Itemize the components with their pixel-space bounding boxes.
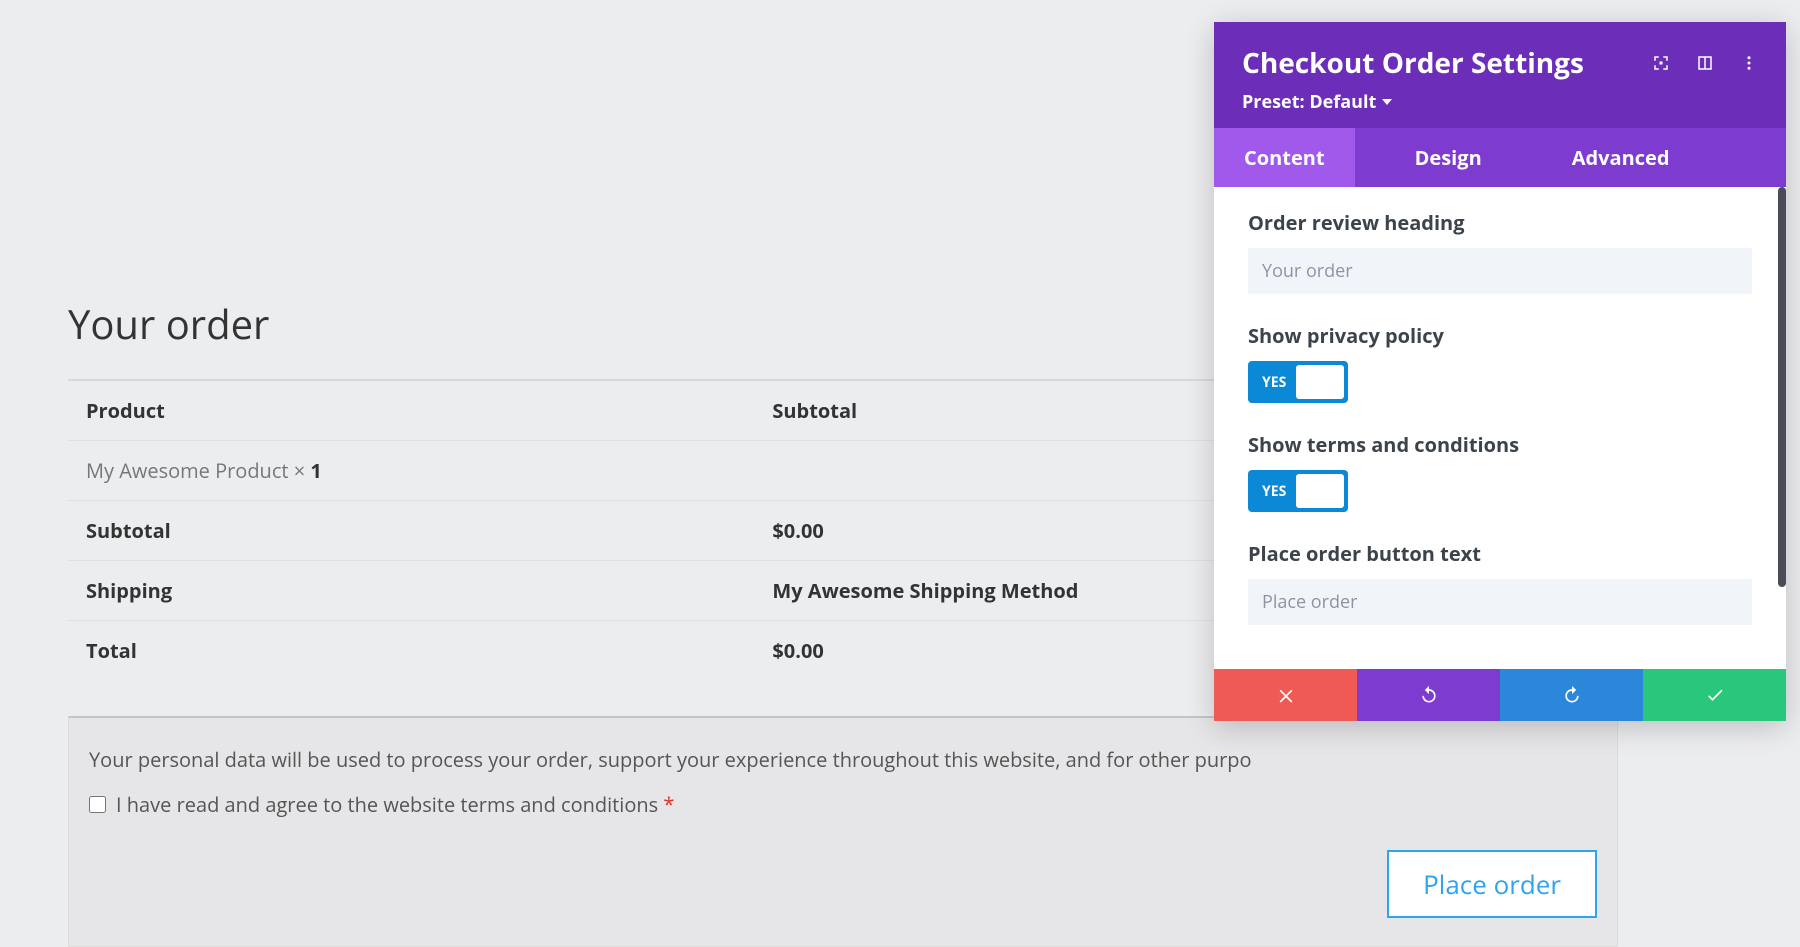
show-terms-toggle[interactable]: YES: [1248, 470, 1348, 512]
terms-text: I have read and agree to the website ter…: [116, 791, 663, 818]
terms-required-asterisk: *: [663, 791, 674, 818]
field-label: Place order button text: [1248, 540, 1752, 567]
preset-label: Preset: Default: [1242, 90, 1376, 114]
settings-panel: Checkout Order Settings Preset: Default …: [1214, 22, 1786, 721]
field-show-privacy: Show privacy policy YES: [1248, 322, 1752, 403]
panel-header: Checkout Order Settings Preset: Default: [1214, 22, 1786, 128]
item-qty-sep: ×: [294, 457, 311, 484]
privacy-policy-text: Your personal data will be used to proce…: [69, 718, 1617, 777]
row-subtotal-label: Subtotal: [68, 501, 754, 561]
preset-dropdown[interactable]: Preset: Default: [1242, 90, 1392, 114]
save-button[interactable]: [1643, 669, 1786, 721]
tab-content[interactable]: Content: [1214, 128, 1355, 187]
row-total-label: Total: [68, 621, 754, 681]
field-label: Show privacy policy: [1248, 322, 1752, 349]
field-place-order-btn-text: Place order button text: [1248, 540, 1752, 625]
undo-button[interactable]: [1357, 669, 1500, 721]
toggle-value: YES: [1252, 482, 1296, 501]
expand-icon[interactable]: [1652, 54, 1670, 72]
place-order-text-input[interactable]: [1248, 579, 1752, 625]
cell-item: My Awesome Product × 1: [68, 441, 754, 501]
field-label: Show terms and conditions: [1248, 431, 1752, 458]
panel-tabs: Content Design Advanced: [1214, 128, 1786, 187]
close-icon: [1276, 685, 1296, 705]
field-show-terms: Show terms and conditions YES: [1248, 431, 1752, 512]
checkout-notice-box: Your personal data will be used to proce…: [68, 716, 1618, 947]
toggle-knob: [1296, 365, 1344, 399]
terms-checkbox-row[interactable]: I have read and agree to the website ter…: [69, 777, 1617, 842]
toggle-knob: [1296, 474, 1344, 508]
item-name: My Awesome Product: [86, 457, 294, 484]
panel-footer: [1214, 669, 1786, 721]
order-review-heading-input[interactable]: [1248, 248, 1752, 294]
item-qty: 1: [310, 457, 321, 484]
tab-design[interactable]: Design: [1385, 128, 1512, 187]
panel-scrollbar[interactable]: [1778, 187, 1786, 587]
more-options-icon[interactable]: [1740, 54, 1758, 72]
panel-body: Order review heading Show privacy policy…: [1214, 187, 1786, 669]
close-button[interactable]: [1214, 669, 1357, 721]
toggle-value: YES: [1252, 373, 1296, 392]
show-privacy-toggle[interactable]: YES: [1248, 361, 1348, 403]
check-icon: [1705, 685, 1725, 705]
row-shipping-label: Shipping: [68, 561, 754, 621]
accordion-background[interactable]: Background: [1248, 653, 1752, 669]
redo-button[interactable]: [1500, 669, 1643, 721]
chevron-down-icon: [1382, 99, 1392, 105]
place-order-button[interactable]: Place order: [1387, 850, 1597, 918]
field-label: Order review heading: [1248, 209, 1752, 236]
redo-icon: [1562, 685, 1582, 705]
panel-title: Checkout Order Settings: [1242, 44, 1584, 82]
tab-advanced[interactable]: Advanced: [1542, 128, 1700, 187]
undo-icon: [1419, 685, 1439, 705]
split-view-icon[interactable]: [1696, 54, 1714, 72]
col-product: Product: [68, 380, 754, 441]
field-order-review-heading: Order review heading: [1248, 209, 1752, 294]
terms-checkbox[interactable]: [89, 796, 106, 813]
accordion-title: Background: [1248, 667, 1394, 669]
